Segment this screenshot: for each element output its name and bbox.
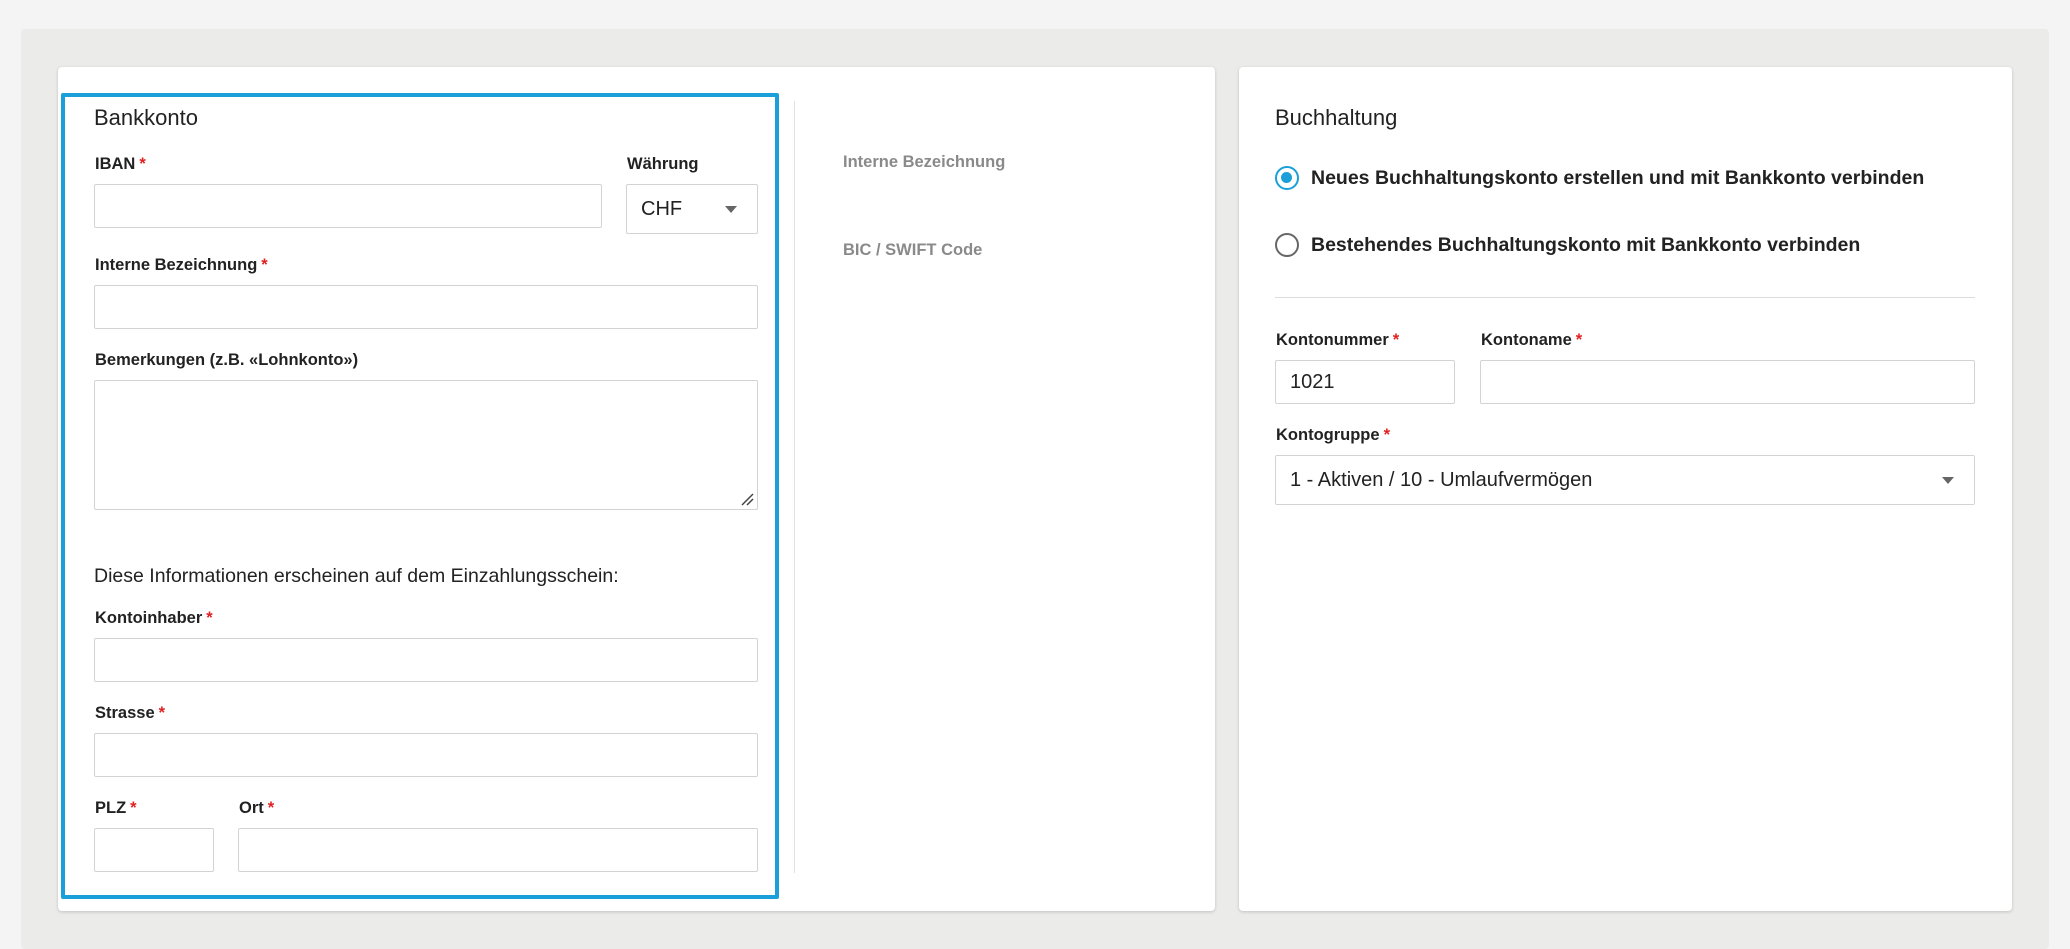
iban-input[interactable] (94, 184, 602, 228)
radio-checked-icon[interactable] (1275, 166, 1299, 190)
currency-value: CHF (641, 197, 683, 220)
preview-internal-name: Interne Bezeichnung (843, 153, 1006, 171)
holder-input[interactable] (94, 638, 758, 682)
bank-section-title: Bankkonto (94, 105, 198, 130)
zip-label: PLZ * (95, 799, 137, 817)
account-name-label: Kontoname * (1481, 331, 1583, 349)
preview-bic: BIC / SWIFT Code (843, 241, 983, 259)
account-group-select[interactable]: 1 - Aktiven / 10 - Umlaufvermögen (1275, 455, 1975, 505)
internal-name-input[interactable] (94, 285, 758, 329)
required-mark: * (1383, 426, 1390, 444)
account-name-input[interactable] (1480, 360, 1975, 404)
radio-existing-account-label: Bestehendes Buchhaltungskonto mit Bankko… (1311, 233, 1861, 256)
required-mark: * (139, 155, 146, 173)
currency-select[interactable]: CHF (626, 184, 758, 234)
radio-unchecked-icon[interactable] (1275, 233, 1299, 257)
accounting-section-title: Buchhaltung (1275, 105, 1398, 130)
required-mark: * (1392, 331, 1400, 349)
iban-label: IBAN * (95, 155, 146, 173)
internal-name-label: Interne Bezeichnung * (95, 256, 268, 274)
radio-new-account[interactable]: Neues Buchhaltungskonto erstellen und mi… (1275, 166, 1924, 190)
required-mark: * (130, 799, 137, 817)
zip-input[interactable] (94, 828, 214, 872)
currency-label: Währung (627, 155, 699, 173)
radio-existing-account[interactable]: Bestehendes Buchhaltungskonto mit Bankko… (1275, 233, 1860, 257)
remarks-textarea[interactable] (94, 380, 758, 510)
remarks-label: Bemerkungen (z.B. «Lohnkonto») (95, 351, 359, 369)
required-mark: * (206, 609, 213, 627)
street-label: Strasse * (95, 704, 166, 722)
account-group-label: Kontogruppe * (1276, 426, 1390, 444)
account-group-value: 1 - Aktiven / 10 - Umlaufvermögen (1290, 468, 1593, 491)
caret-down-icon (725, 206, 737, 213)
required-mark: * (267, 799, 275, 817)
caret-down-icon (1942, 477, 1954, 484)
account-number-label: Kontonummer * (1276, 331, 1400, 349)
radio-new-account-label: Neues Buchhaltungskonto erstellen und mi… (1311, 166, 1925, 189)
section-divider (1275, 297, 1975, 298)
required-mark: * (158, 704, 166, 722)
slip-info-text: Diese Informationen erscheinen auf dem E… (94, 565, 619, 587)
street-input[interactable] (94, 733, 758, 777)
required-mark: * (261, 256, 268, 274)
account-number-input[interactable] (1275, 360, 1455, 404)
holder-label: Kontoinhaber * (95, 609, 213, 627)
city-input[interactable] (238, 828, 758, 872)
required-mark: * (1575, 331, 1583, 349)
vertical-divider (794, 101, 795, 873)
resize-handle-icon[interactable] (740, 492, 754, 506)
city-label: Ort * (239, 799, 275, 817)
